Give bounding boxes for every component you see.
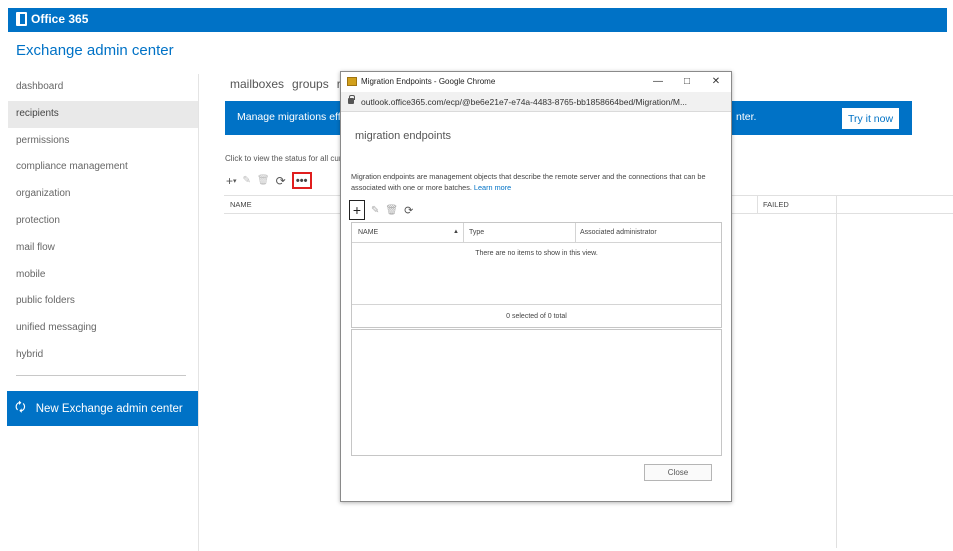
url-text[interactable]: outlook.office365.com/ecp/@be6e21e7-e74a… xyxy=(361,97,687,107)
window-title: Migration Endpoints - Google Chrome xyxy=(361,77,496,86)
description-text: Migration endpoints are management objec… xyxy=(351,172,706,192)
column-divider xyxy=(757,196,758,214)
dialog-description: Migration endpoints are management objec… xyxy=(351,171,726,193)
refresh-icon[interactable]: ⟳ xyxy=(276,174,286,188)
close-button[interactable]: Close xyxy=(644,464,712,481)
banner-text: Manage migrations effic xyxy=(237,111,349,123)
window-titlebar[interactable]: Migration Endpoints - Google Chrome — □ … xyxy=(341,72,731,92)
more-icon[interactable]: ••• xyxy=(291,172,312,189)
refresh-icon[interactable]: ⟳ xyxy=(404,204,413,217)
migration-endpoints-window: Migration Endpoints - Google Chrome — □ … xyxy=(340,71,732,502)
new-exchange-admin-center-button[interactable]: 🗘 New Exchange admin center xyxy=(7,391,198,426)
office-logo-icon xyxy=(16,12,27,26)
nav-item-unified-messaging[interactable]: unified messaging xyxy=(8,315,198,342)
delete-icon: 🗑 xyxy=(256,175,270,186)
nav-item-mobile[interactable]: mobile xyxy=(8,262,198,289)
recipient-tabs: mailboxes groups re xyxy=(230,77,347,91)
column-associated-administrator[interactable]: Associated administrator xyxy=(580,229,657,236)
new-eac-label: New Exchange admin center xyxy=(35,402,183,415)
column-name[interactable]: NAME xyxy=(230,200,252,209)
left-nav: dashboard recipients permissions complia… xyxy=(8,74,198,369)
maximize-icon[interactable]: □ xyxy=(677,74,697,89)
edit-icon: ✎ xyxy=(242,175,251,186)
tab-mailboxes[interactable]: mailboxes xyxy=(230,77,284,91)
nav-item-compliance-management[interactable]: compliance management xyxy=(8,154,198,181)
close-icon[interactable]: ✕ xyxy=(706,74,726,89)
nav-item-protection[interactable]: protection xyxy=(8,208,198,235)
nav-item-hybrid[interactable]: hybrid xyxy=(8,342,198,369)
try-it-now-button[interactable]: Try it now xyxy=(842,108,899,129)
column-divider xyxy=(575,223,576,243)
banner-text-end: nter. xyxy=(736,111,757,123)
edit-icon: ✎ xyxy=(371,204,380,216)
suite-name: Office 365 xyxy=(31,12,89,26)
column-divider xyxy=(463,223,464,243)
lock-icon xyxy=(348,95,355,104)
column-name[interactable]: NAME xyxy=(358,229,378,236)
nav-item-dashboard[interactable]: dashboard xyxy=(8,74,198,101)
folder-icon xyxy=(347,77,357,86)
learn-more-link[interactable]: Learn more xyxy=(474,183,511,192)
nav-divider xyxy=(16,375,186,376)
office365-logo[interactable]: Office 365 xyxy=(16,12,88,26)
column-type[interactable]: Type xyxy=(469,229,484,236)
endpoints-toolbar: + ✎ 🗑 ⟳ xyxy=(349,200,413,220)
details-pane-divider xyxy=(836,196,837,548)
app-title: Exchange admin center xyxy=(16,42,174,59)
endpoints-grid: NAME ▲ Type Associated administrator The… xyxy=(351,222,722,328)
nav-item-organization[interactable]: organization xyxy=(8,181,198,208)
exchange-admin-center-page: Office 365 Exchange admin center dashboa… xyxy=(0,0,953,551)
nav-item-public-folders[interactable]: public folders xyxy=(8,288,198,315)
address-bar: outlook.office365.com/ecp/@be6e21e7-e74a… xyxy=(341,92,731,112)
office365-header: Office 365 xyxy=(8,8,947,32)
add-icon[interactable]: + ▾ xyxy=(226,174,237,188)
delete-icon: 🗑 xyxy=(385,204,399,216)
endpoints-grid-header: NAME ▲ Type Associated administrator xyxy=(352,223,721,243)
tab-groups[interactable]: groups xyxy=(292,77,329,91)
empty-message: There are no items to show in this view. xyxy=(475,250,598,257)
nav-item-recipients[interactable]: recipients xyxy=(8,100,198,128)
minimize-icon[interactable]: — xyxy=(648,74,668,89)
exchange-icon: 🗘 xyxy=(15,400,26,414)
sort-ascending-icon[interactable]: ▲ xyxy=(453,229,459,235)
selection-count: 0 selected of 0 total xyxy=(352,304,721,328)
nav-item-mail-flow[interactable]: mail flow xyxy=(8,235,198,262)
nav-item-permissions[interactable]: permissions xyxy=(8,128,198,155)
add-endpoint-icon[interactable]: + xyxy=(349,200,365,220)
dialog-heading: migration endpoints xyxy=(355,130,452,142)
status-hint[interactable]: Click to view the status for all cur xyxy=(225,154,341,163)
column-failed[interactable]: FAILED xyxy=(763,200,789,209)
endpoint-details-pane xyxy=(351,329,722,456)
nav-content-divider xyxy=(198,74,199,551)
migration-toolbar: + ▾ ✎ 🗑 ⟳ ••• xyxy=(226,172,312,189)
